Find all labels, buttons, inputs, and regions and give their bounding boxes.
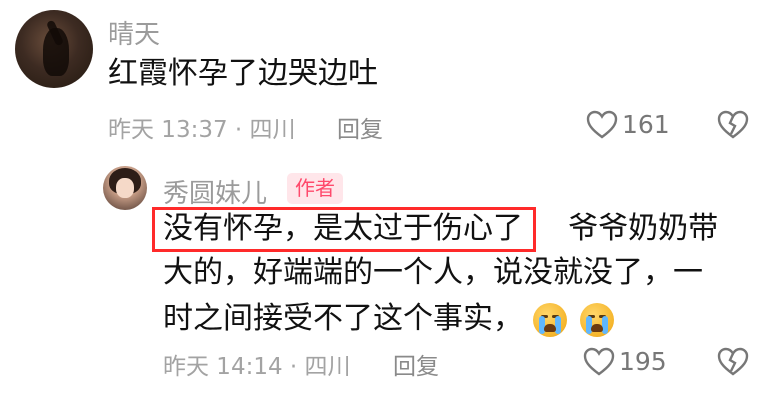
comment-meta: 昨天 14:14 · 四川 — [163, 354, 351, 380]
comment-text: 红霞怀孕了边哭边吐 — [108, 56, 378, 91]
comment-text-line3: 时之间接受不了这个事实， — [163, 296, 618, 342]
like-count: 161 — [622, 110, 670, 139]
comment-username[interactable]: 晴天 — [108, 14, 160, 51]
comment-text-line1: 没有怀孕，是太过于伤心了 爷爷奶奶带 — [163, 206, 718, 252]
comment-username[interactable]: 秀圆妹儿 — [163, 173, 267, 210]
reply-button[interactable]: 回复 — [337, 110, 383, 144]
avatar-author[interactable] — [103, 166, 147, 210]
heart-outline-icon[interactable] — [586, 110, 618, 140]
crying-face-emoji — [532, 302, 567, 337]
broken-heart-icon[interactable] — [717, 347, 749, 377]
avatar-qingtian[interactable] — [15, 10, 93, 88]
comment-text-rest: 爷爷奶奶带 — [568, 211, 719, 246]
comment-text-line2: 大的，好端端的一个人，说没就没了，一 — [163, 255, 703, 290]
heart-outline-icon[interactable] — [583, 347, 615, 377]
broken-heart-icon[interactable] — [717, 110, 749, 140]
comment-text-line3-text: 时之间接受不了这个事实， — [163, 301, 523, 336]
author-badge: 作者 — [287, 173, 343, 204]
like-count: 195 — [619, 347, 667, 376]
crying-face-emoji — [580, 302, 615, 337]
highlighted-text: 没有怀孕，是太过于伤心了 — [163, 211, 523, 246]
comment-meta: 昨天 13:37 · 四川 — [108, 117, 296, 143]
reply-button[interactable]: 回复 — [393, 347, 439, 381]
